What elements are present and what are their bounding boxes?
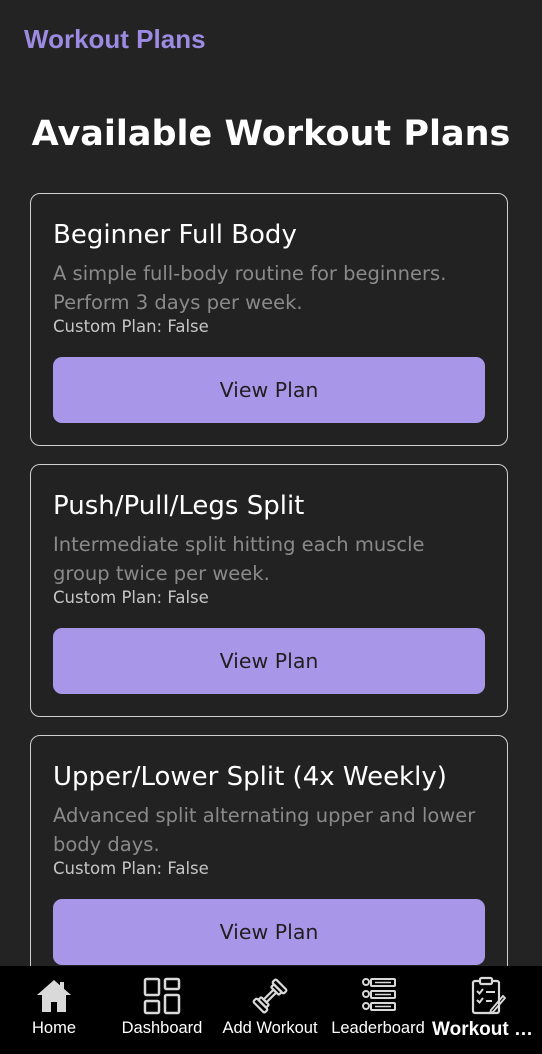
- nav-label-dashboard: Dashboard: [121, 1019, 203, 1037]
- plan-card-upper-lower: Upper/Lower Split (4x Weekly) Advanced s…: [30, 735, 508, 988]
- plan-description: Advanced split alternating upper and low…: [53, 804, 476, 856]
- view-plan-button[interactable]: View Plan: [53, 357, 485, 423]
- plan-custom-flag: Custom Plan: False: [53, 859, 209, 878]
- home-icon: [37, 980, 71, 1012]
- plan-custom-flag: Custom Plan: False: [53, 588, 209, 607]
- dashboard-icon: [143, 977, 181, 1015]
- plan-title: Push/Pull/Legs Split: [53, 491, 305, 521]
- plan-list: Beginner Full Body A simple full-body ro…: [30, 193, 508, 1006]
- nav-item-dashboard[interactable]: Dashboard: [108, 966, 216, 1054]
- nav-item-add-workout[interactable]: Add Workout: [216, 966, 324, 1054]
- view-plan-button[interactable]: View Plan: [53, 899, 485, 965]
- plan-custom-flag: Custom Plan: False: [53, 317, 209, 336]
- clipboard-icon: [471, 976, 507, 1015]
- nav-label-home: Home: [31, 1019, 76, 1037]
- nav-item-workout-plans[interactable]: Workout Plans: [432, 966, 542, 1054]
- bottom-navigation: Home Dashboard Add Workout Leaderboard W…: [0, 966, 542, 1054]
- app-screen: Workout Plans Available Workout Plans Be…: [0, 0, 542, 1054]
- dumbbell-icon: [252, 978, 288, 1014]
- nav-item-leaderboard[interactable]: Leaderboard: [324, 966, 432, 1054]
- app-header-title: Workout Plans: [24, 24, 206, 54]
- nav-item-home[interactable]: Home: [0, 966, 108, 1054]
- plan-description: A simple full-body routine for beginners…: [53, 262, 447, 314]
- leaderboard-icon: [362, 978, 396, 1011]
- nav-label-workout-plans: Workout Plans: [432, 1019, 542, 1040]
- page-title: Available Workout Plans: [31, 114, 511, 154]
- plan-description: Intermediate split hitting each muscle g…: [53, 533, 425, 585]
- plan-card-beginner-full-body: Beginner Full Body A simple full-body ro…: [30, 193, 508, 446]
- nav-label-leaderboard: Leaderboard: [331, 1019, 425, 1037]
- plan-title: Upper/Lower Split (4x Weekly): [53, 762, 447, 792]
- plan-title: Beginner Full Body: [53, 220, 297, 250]
- plan-card-push-pull-legs: Push/Pull/Legs Split Intermediate split …: [30, 464, 508, 717]
- nav-label-add-workout: Add Workout: [222, 1019, 318, 1037]
- view-plan-button[interactable]: View Plan: [53, 628, 485, 694]
